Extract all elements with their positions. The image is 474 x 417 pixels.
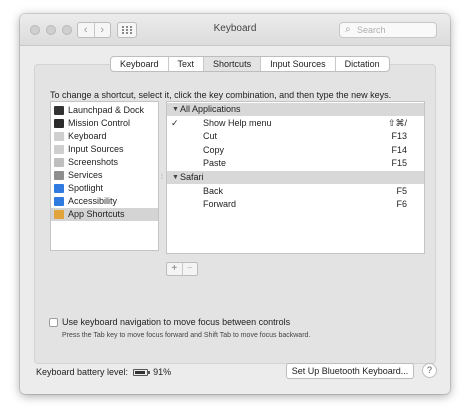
category-item-app-shortcuts[interactable]: App Shortcuts — [51, 208, 158, 221]
battery-status: Keyboard battery level: 91% — [36, 367, 171, 377]
disclosure-triangle-icon[interactable]: ▼ — [172, 171, 179, 184]
tab-dictation[interactable]: Dictation — [334, 57, 389, 71]
disclosure-triangle-icon[interactable]: ▼ — [172, 103, 179, 116]
category-item-keyboard[interactable]: Keyboard — [51, 130, 158, 143]
shortcut-key[interactable]: ⇧⌘/ — [388, 117, 407, 130]
tab-shortcuts[interactable]: Shortcuts — [203, 57, 261, 71]
shortcut-row[interactable]: Forward F6 — [167, 198, 424, 211]
title-bar: ‹ › Keyboard ⌕ — [20, 14, 450, 46]
category-label: Services — [68, 170, 103, 180]
group-label: Safari — [180, 172, 204, 182]
shortcut-list[interactable]: ▼ All Applications ✓ Show Help menu ⇧⌘/Cut F1… — [166, 101, 425, 254]
category-list[interactable]: Launchpad & Dock Mission Control Keyboard I… — [50, 101, 159, 251]
shortcut-name: Show Help menu — [203, 117, 272, 128]
app-shortcuts-icon — [54, 210, 64, 219]
remove-shortcut-button[interactable]: − — [181, 263, 198, 275]
shortcut-group[interactable]: ▼ All Applications — [167, 103, 424, 116]
battery-label: Keyboard battery level: — [36, 367, 129, 377]
tab-bar: Keyboard Text Shortcuts Input Sources Dictat… — [110, 56, 390, 72]
shortcut-group[interactable]: ▼ Safari — [167, 171, 424, 184]
help-button[interactable]: ? — [422, 363, 437, 378]
category-item-accessibility[interactable]: Accessibility — [51, 195, 158, 208]
keyboard-navigation-description: Press the Tab key to move focus forward … — [62, 332, 311, 339]
tab-text[interactable]: Text — [167, 57, 204, 71]
shortcut-key[interactable]: F14 — [391, 144, 407, 157]
instructions-text: To change a shortcut, select it, click t… — [50, 90, 392, 100]
shortcut-name: Copy — [203, 144, 225, 155]
category-item-spotlight[interactable]: Spotlight — [51, 182, 158, 195]
shortcut-name: Cut — [203, 131, 218, 142]
close-window-button[interactable] — [30, 25, 40, 35]
category-label: Spotlight — [68, 183, 104, 193]
search-icon: ⌕ — [345, 24, 351, 35]
category-label: Mission Control — [68, 118, 131, 128]
keyboard-navigation-checkbox[interactable] — [49, 317, 58, 327]
screenshots-icon — [54, 158, 64, 167]
category-label: Launchpad & Dock — [68, 105, 145, 115]
battery-nub — [148, 370, 151, 374]
setup-bluetooth-keyboard-button[interactable]: Set Up Bluetooth Keyboard... — [286, 363, 414, 379]
accessibility-icon — [54, 197, 64, 206]
tab-input-sources[interactable]: Input Sources — [260, 57, 335, 71]
shortcut-key[interactable]: F6 — [396, 198, 407, 211]
shortcut-row[interactable]: Back F5 — [167, 185, 424, 198]
category-item-input-sources[interactable]: Input Sources — [51, 143, 158, 156]
category-label: Keyboard — [68, 131, 107, 141]
search-input[interactable] — [357, 24, 433, 36]
show-all-grid-icon[interactable] — [117, 22, 137, 38]
category-label: Input Sources — [68, 144, 124, 154]
shortcut-row[interactable]: Paste F15 — [167, 157, 424, 170]
gear-icon — [54, 171, 64, 180]
battery-value: 91% — [153, 367, 172, 377]
forward-button[interactable]: › — [93, 23, 111, 37]
shortcut-name: Paste — [203, 158, 227, 169]
add-remove-control: + − — [166, 262, 198, 276]
preferences-window: ‹ › Keyboard ⌕ KeyboardTextShortcutsInpu… — [20, 14, 450, 394]
category-item-mission-control[interactable]: Mission Control — [51, 117, 158, 130]
tab-keyboard[interactable]: Keyboard — [111, 57, 168, 71]
category-item-screenshots[interactable]: Screenshots — [51, 156, 158, 169]
shortcut-key[interactable]: F13 — [391, 130, 407, 143]
category-label: App Shortcuts — [68, 209, 125, 219]
shortcut-key[interactable]: F15 — [391, 157, 407, 170]
keyboard-icon — [54, 132, 64, 141]
shortcut-row[interactable]: Cut F13 — [167, 130, 424, 143]
spotlight-icon — [54, 184, 64, 193]
shortcut-enabled-checkbox[interactable]: ✓ — [171, 117, 179, 130]
category-item-launchpad-dock[interactable]: Launchpad & Dock — [51, 104, 158, 117]
keyboard-navigation-option[interactable]: Use keyboard navigation to move focus be… — [49, 317, 290, 327]
category-item-services[interactable]: Services — [51, 169, 158, 182]
minimize-window-button[interactable] — [46, 25, 56, 35]
shortcut-row[interactable]: ✓ Show Help menu ⇧⌘/ — [167, 117, 424, 130]
search-field[interactable]: ⌕ — [339, 22, 437, 38]
shortcut-name: Back — [203, 185, 224, 196]
add-shortcut-button[interactable]: + — [167, 263, 182, 275]
zoom-window-button[interactable] — [62, 25, 72, 35]
category-label: Accessibility — [68, 196, 118, 206]
navigation-buttons: ‹ › — [77, 22, 111, 38]
input-sources-icon — [54, 145, 64, 154]
shortcut-name: Forward — [203, 199, 237, 210]
shortcut-row[interactable]: Copy F14 — [167, 144, 424, 157]
launchpad-dock-icon — [54, 106, 64, 115]
back-button[interactable]: ‹ — [78, 23, 94, 37]
battery-fill — [135, 370, 146, 374]
shortcut-key[interactable]: F5 — [396, 185, 407, 198]
group-label: All Applications — [180, 104, 241, 114]
keyboard-navigation-label: Use keyboard navigation to move focus be… — [62, 317, 291, 327]
splitter-handle-icon[interactable]: ⁞ — [161, 174, 163, 181]
mission-control-icon — [54, 119, 64, 128]
category-label: Screenshots — [68, 157, 119, 167]
battery-icon — [133, 368, 151, 376]
